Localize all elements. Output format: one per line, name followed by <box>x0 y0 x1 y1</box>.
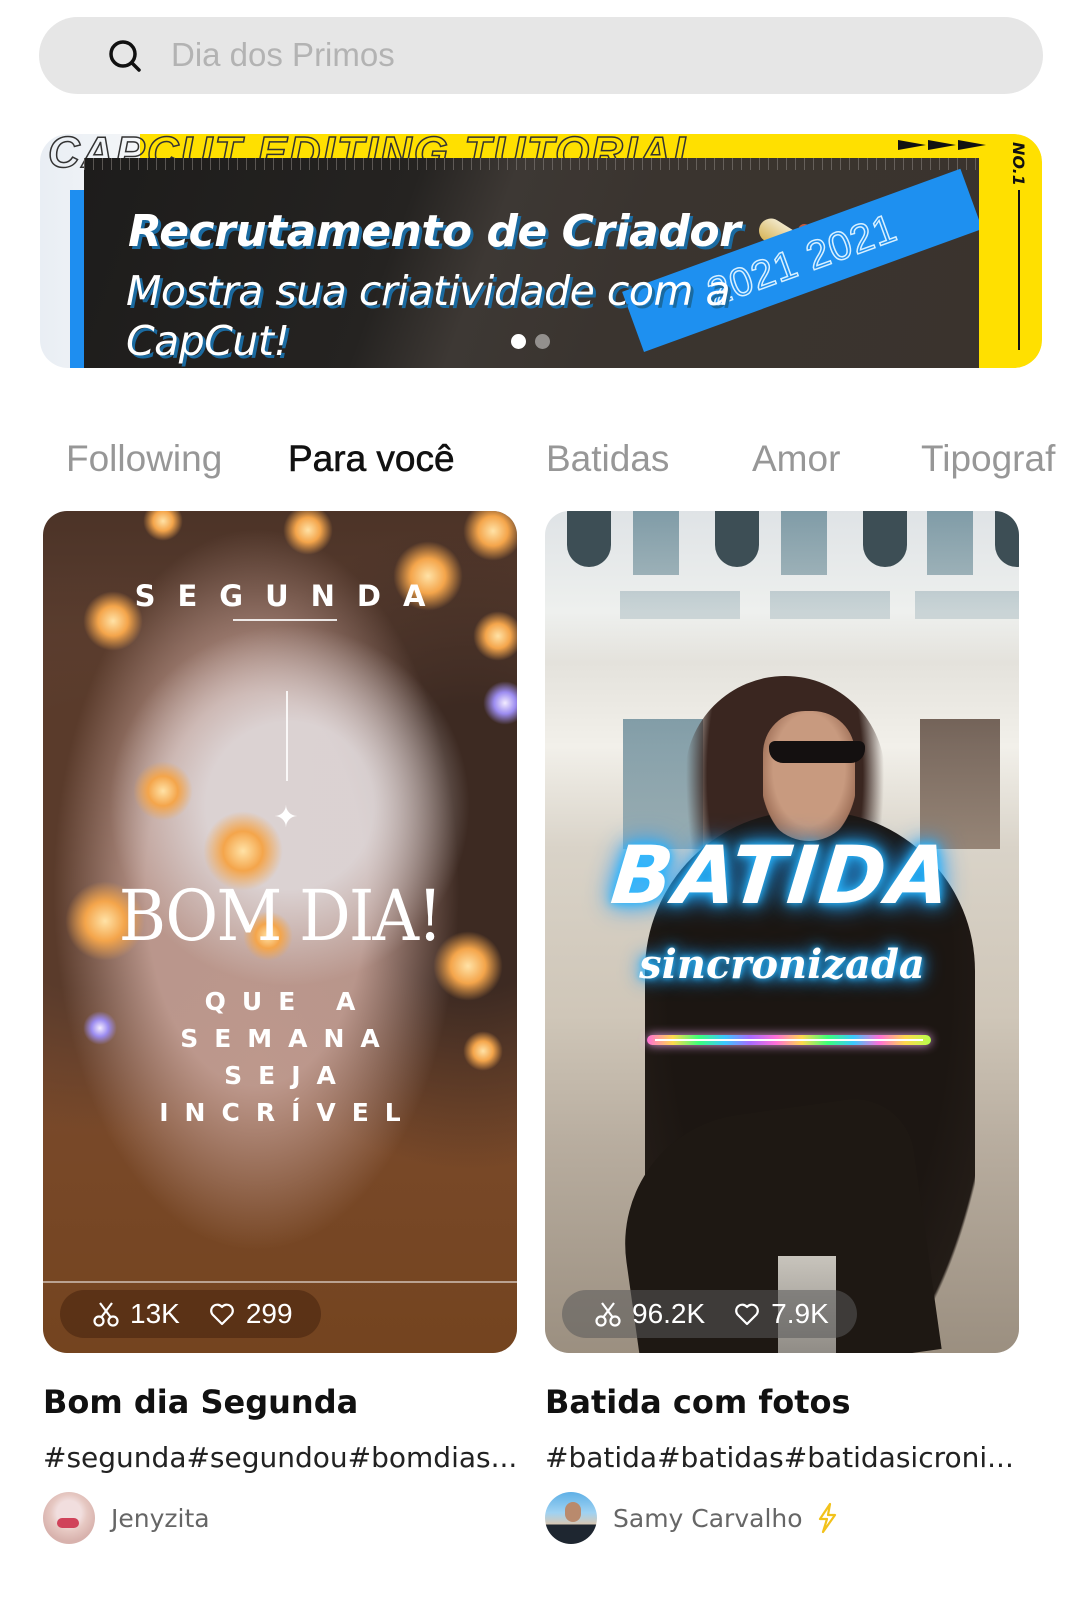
overlay-sub-text: QUE A SEMANA SEJA INCRÍVEL <box>43 983 517 1131</box>
carousel-indicator <box>511 334 550 349</box>
banner-title: Recrutamento de Criador <box>128 206 741 257</box>
tab-tipografia[interactable]: Tipograf <box>921 438 1055 480</box>
likes-count: 7.9K <box>771 1298 829 1329</box>
thumbnail-divider <box>43 1281 517 1283</box>
template-hashtags: #segunda#segundou#bomdias... <box>43 1441 517 1474</box>
arrow-icon <box>898 140 926 150</box>
banner-badge: NO.1 <box>1009 142 1028 186</box>
tab-following[interactable]: Following <box>66 438 222 480</box>
overlay-line: SEJA <box>224 1061 352 1090</box>
template-hashtags: #batida#batidas#batidasicroni... <box>545 1441 1014 1474</box>
template-title[interactable]: Batida com fotos <box>545 1383 1019 1421</box>
template-thumbnail[interactable]: SEGUNDA ✦ BOM DIA! QUE A SEMANA SEJA INC… <box>43 511 517 1353</box>
banner-blue-stripe <box>70 190 84 368</box>
likes-count: 299 <box>245 1298 293 1329</box>
carousel-dot[interactable] <box>535 334 550 349</box>
heart-icon[interactable] <box>208 1300 236 1328</box>
uses-count: 96.2K <box>632 1298 706 1329</box>
overlay-vertical-line <box>286 691 288 781</box>
overlay-line: SEMANA <box>180 1024 396 1053</box>
author-row[interactable]: Samy Carvalho <box>545 1492 1019 1544</box>
overlay-top-text: SEGUNDA <box>134 579 448 613</box>
search-icon[interactable] <box>106 37 144 75</box>
tab-batidas[interactable]: Batidas <box>546 438 669 480</box>
overlay-underline <box>233 619 337 621</box>
author-row[interactable]: Jenyzita <box>43 1492 517 1544</box>
avatar[interactable] <box>43 1492 95 1544</box>
carousel-dot-active[interactable] <box>511 334 526 349</box>
search-bar[interactable] <box>39 17 1043 94</box>
scissors-icon <box>595 1302 621 1327</box>
lightning-badge-icon <box>818 1502 836 1534</box>
overlay-main-text: BATIDA <box>607 829 957 922</box>
avatar[interactable] <box>545 1492 597 1544</box>
template-thumbnail[interactable]: BATIDA sincronizada 96.2K 7.9K <box>545 511 1019 1353</box>
arrow-icon <box>928 140 956 150</box>
arrow-icon <box>958 140 986 150</box>
overlay-line: INCRÍVEL <box>159 1098 417 1127</box>
author-name[interactable]: Samy Carvalho <box>613 1504 803 1533</box>
promo-banner[interactable]: CAPCUT EDITING TUTORIAL 2021 2021 Recrut… <box>40 134 1042 368</box>
template-card[interactable]: BATIDA sincronizada 96.2K 7.9K Batida co… <box>545 511 1019 1544</box>
overlay-sub-text: sincronizada <box>639 941 925 988</box>
heart-icon[interactable] <box>733 1300 761 1328</box>
banner-subtitle: Mostra sua criatividade com a CapCut! <box>126 267 731 365</box>
tab-para-voce[interactable]: Para você <box>288 438 455 480</box>
overlay-line: QUE A <box>204 987 372 1016</box>
template-card[interactable]: SEGUNDA ✦ BOM DIA! QUE A SEMANA SEJA INC… <box>43 511 517 1544</box>
tab-amor[interactable]: Amor <box>752 438 840 480</box>
template-title[interactable]: Bom dia Segunda <box>43 1383 517 1421</box>
uses-count: 13K <box>130 1298 180 1329</box>
scissors-icon <box>93 1302 119 1327</box>
arrows-decoration <box>898 140 986 150</box>
category-tabs: Following Para você Batidas Amor Tipogra… <box>0 430 1082 490</box>
overlay-main-text: BOM DIA! <box>118 875 443 957</box>
badge-line <box>1018 190 1020 350</box>
author-name[interactable]: Jenyzita <box>111 1504 210 1533</box>
stats-pill: 13K 299 <box>60 1290 321 1338</box>
stats-pill: 96.2K 7.9K <box>562 1290 857 1338</box>
search-input[interactable] <box>171 35 991 75</box>
sparkle-icon: ✦ <box>273 801 299 834</box>
rainbow-line <box>647 1035 931 1045</box>
banner-ruler <box>84 158 979 176</box>
